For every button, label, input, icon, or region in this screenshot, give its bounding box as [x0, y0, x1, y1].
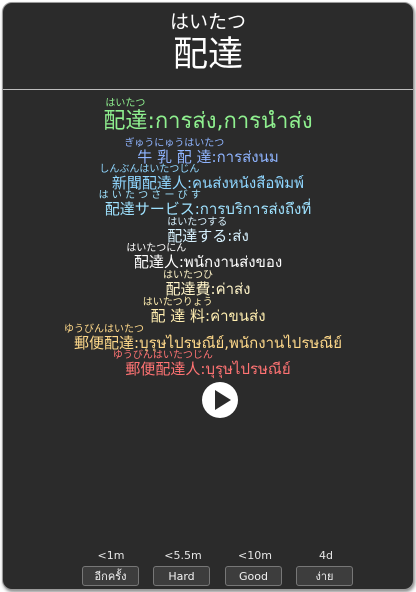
example-item: はいたつにん 配達人 : พนักงานส่งของ	[3, 243, 413, 272]
again-button[interactable]: อีกครั้ง	[82, 566, 139, 586]
example-furigana: はいたつりょう	[142, 297, 213, 308]
example-furigana: ぎゅうにゅうはいたつ	[124, 138, 225, 149]
example-item: はいたつ 配達 : การส่ง,การนำส่ง	[3, 98, 413, 135]
example-item: ゆうびんはいたつじん 郵便配達人 : บุรุษไปรษณีย์	[3, 350, 413, 379]
example-furigana: は い た つ さ ー び す	[98, 190, 201, 201]
example-furigana: はいたつにん	[126, 243, 187, 254]
example-item: はいたつりょう配 達 料 : ค่าขนส่ง	[3, 297, 413, 326]
card-divider	[3, 89, 413, 90]
example-furigana: しんぶんはいたつじん	[99, 164, 200, 175]
example-word: 郵便配達人	[125, 360, 201, 378]
example-furigana: はいたつひ	[162, 270, 213, 281]
card-reading: はいたつ	[169, 11, 246, 33]
example-item: しんぶんはいたつじん 新聞配達人 : คนส่งหนังสือพิมพ์	[3, 164, 413, 193]
hard-button[interactable]: Hard	[153, 566, 210, 586]
card-word: 配達	[172, 35, 243, 75]
interval-easy: 4d	[319, 549, 333, 562]
interval-again: <1m	[97, 549, 125, 562]
example-item: ぎゅうにゅうはいたつ牛 乳 配 達 : การส่งนม	[3, 138, 413, 167]
example-item: は い た つ さ ー び す配達サービス : การบริการส่งถึงท…	[3, 190, 413, 219]
example-furigana: ゆうびんはいたつ	[64, 324, 145, 335]
easy-button[interactable]: ง่าย	[296, 566, 353, 586]
example-item: ゆうびんはいたつ 郵便配達 : บุรุษไปรษณีย์,พนักงานไปรษ…	[3, 324, 413, 353]
example-furigana: はいたつ	[105, 98, 146, 109]
example-item: はいたつひ 配達費 : ค่าส่ง	[3, 270, 413, 299]
interval-good: <10m	[238, 549, 272, 562]
example-meaning: การส่ง,การนำส่ง	[154, 109, 313, 134]
good-button[interactable]: Good	[225, 566, 282, 586]
example-furigana: ゆうびんはいたつじん	[112, 350, 213, 361]
play-icon	[215, 390, 231, 410]
example-meaning: บุรุษไปรษณีย์	[205, 360, 291, 378]
flashcard: はいたつ 配達 はいたつ 配達 : การส่ง,การนำส่ง ぎゅうにゅうは…	[2, 2, 414, 590]
interval-hard: <5.5m	[164, 549, 202, 562]
example-item: はいたつする 配達する : ส่ง	[3, 217, 413, 246]
example-separator: :	[147, 109, 155, 134]
example-word: 配達	[103, 109, 148, 134]
play-audio-button[interactable]	[202, 382, 238, 418]
example-furigana: はいたつする	[167, 217, 228, 228]
